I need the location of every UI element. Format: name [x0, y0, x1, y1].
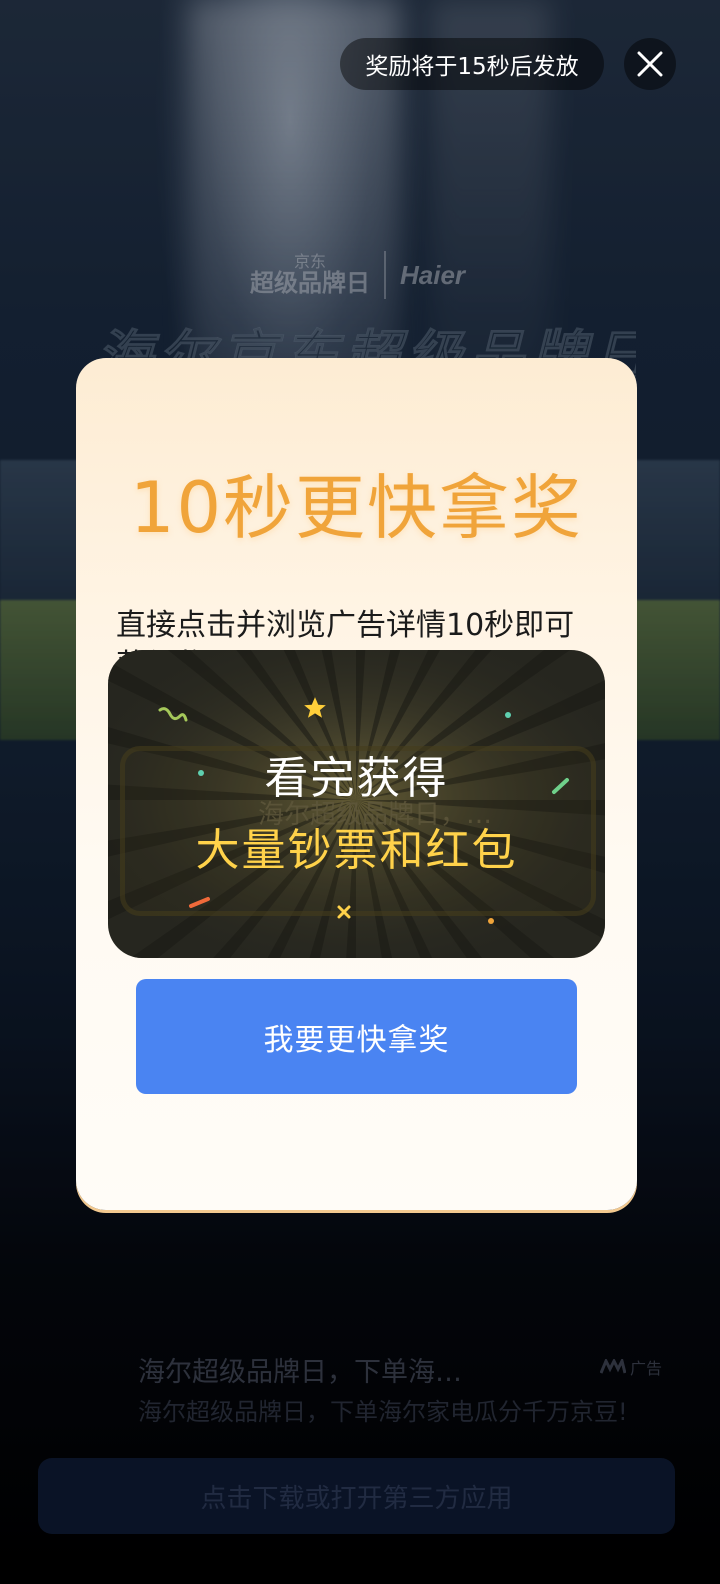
close-icon [637, 51, 663, 77]
confetti-squiggle-icon [158, 707, 188, 722]
dialog-title: 10秒更快拿奖 [129, 467, 584, 549]
confetti-cross-icon [337, 905, 351, 919]
preview-line1: 看完获得 [264, 753, 449, 804]
reward-dialog: 10秒更快拿奖 直接点击并浏览广告详情10秒即可获得奖励~ 海尔超级品牌日，… [76, 358, 637, 1210]
faster-reward-button[interactable]: 我要更快拿奖 [136, 979, 577, 1094]
star-icon [304, 697, 326, 718]
reward-preview-card: 海尔超级品牌日，… 看完获得 大量钞票和红包 [108, 650, 605, 958]
close-button[interactable] [624, 38, 676, 90]
confetti-dot-icon [505, 712, 511, 718]
confetti-stick-icon [189, 897, 210, 908]
confetti-dot-icon [488, 918, 494, 924]
reward-countdown-badge: 奖励将于15秒后发放 [340, 38, 604, 90]
preview-line2: 大量钞票和红包 [195, 825, 518, 876]
